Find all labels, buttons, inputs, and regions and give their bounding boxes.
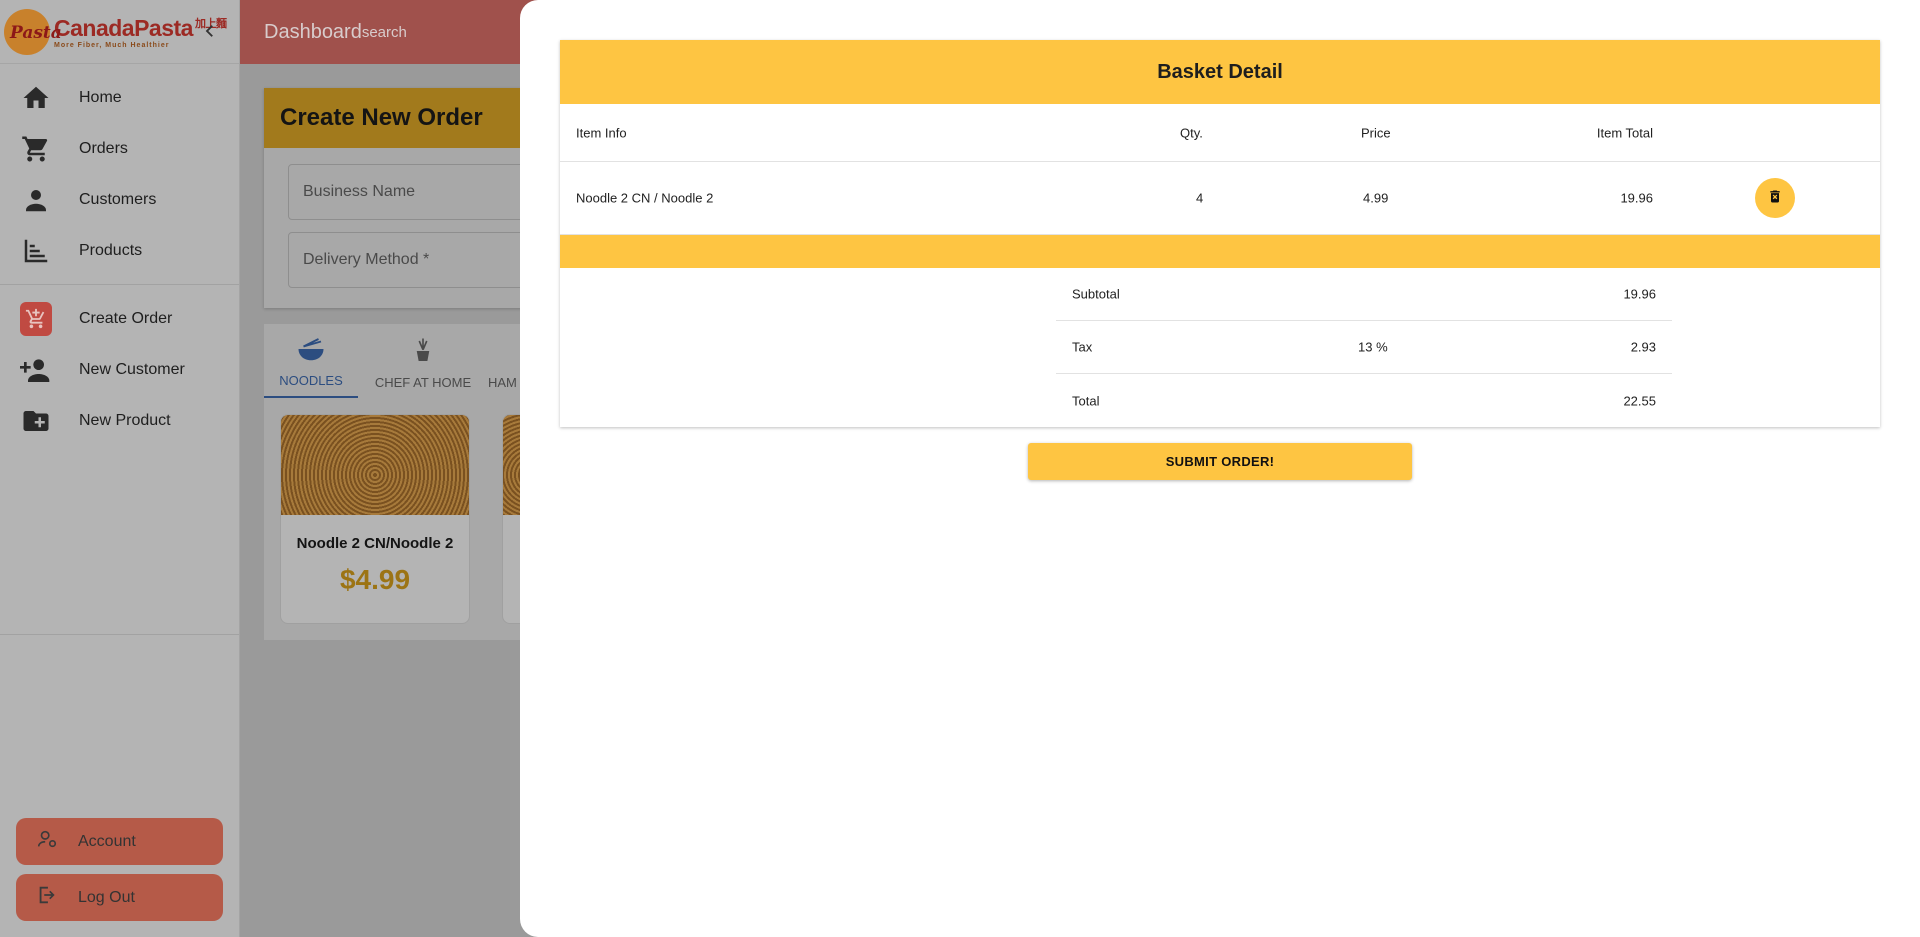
tax-rate: 13 %	[1358, 339, 1388, 355]
primary-nav: Home Orders Customers Products	[0, 64, 239, 276]
create-order-card: Create New Order Business Name Delivery …	[264, 88, 544, 308]
column-item-info: Item Info	[576, 125, 627, 140]
search-input[interactable]: search	[362, 24, 407, 41]
tab-chef-at-home[interactable]: CHEF AT HOME	[368, 324, 478, 398]
tax-row: Tax 13 % 2.93	[1056, 321, 1672, 374]
page-title: Dashboard	[264, 20, 362, 43]
item-info: Noodle 2 CN / Noodle 2	[576, 190, 714, 206]
item-total: 19.96	[1620, 190, 1653, 206]
nav-divider	[0, 284, 239, 285]
nav-label-new-product: New Product	[79, 411, 171, 429]
basket-header-row: Item Info Qty. Price Item Total	[560, 104, 1880, 162]
tab-label-noodles: NOODLES	[279, 373, 343, 388]
add-folder-icon	[20, 405, 52, 437]
nav-item-create-order[interactable]: Create Order	[0, 293, 239, 344]
product-catalog: NOODLES CHEF AT HOME HAM Noodle 2 CN/Noo…	[264, 324, 562, 640]
chef-noodle-icon	[408, 336, 438, 369]
basket-item-row: Noodle 2 CN / Noodle 2 4 4.99 19.96	[560, 162, 1880, 235]
home-icon	[20, 82, 52, 114]
column-item-total: Item Total	[1596, 125, 1653, 140]
logout-icon	[36, 884, 58, 911]
tax-value: 2.93	[1630, 339, 1656, 355]
logo-badge: Pasta	[4, 8, 62, 55]
total-row: Total 22.55	[1056, 374, 1672, 427]
nav-label-create-order: Create Order	[79, 309, 173, 327]
trash-icon	[1767, 189, 1783, 208]
create-order-title: Create New Order	[264, 88, 544, 148]
account-settings-icon	[36, 828, 58, 855]
subtotal-value: 19.96	[1623, 286, 1656, 302]
add-person-icon	[20, 354, 52, 386]
product-card[interactable]: Noodle 2 CN/Noodle 2 $4.99	[280, 414, 470, 624]
tab-label-ham: HAM	[488, 375, 517, 390]
secondary-nav: Create Order New Customer New Product	[0, 293, 239, 446]
nav-label-orders: Orders	[79, 139, 128, 157]
nav-label-customers: Customers	[79, 190, 157, 208]
products-icon	[20, 235, 52, 267]
nav-label-new-customer: New Customer	[79, 360, 185, 378]
product-image-noodles	[281, 415, 469, 515]
subtotal-row: Subtotal 19.96	[1056, 268, 1672, 321]
brand-name: CanadaPasta	[54, 14, 193, 41]
tax-label: Tax	[1072, 339, 1093, 355]
logout-button[interactable]: Log Out	[16, 874, 223, 921]
nav-item-new-customer[interactable]: New Customer	[0, 344, 239, 395]
basket-detail-panel: Basket Detail Item Info Qty. Price Item …	[560, 40, 1880, 427]
nav-item-customers[interactable]: Customers	[0, 174, 239, 225]
add-cart-icon	[20, 301, 52, 336]
item-qty: 4	[1196, 190, 1204, 206]
nav-label-home: Home	[79, 88, 122, 106]
business-name-field[interactable]: Business Name	[288, 164, 544, 220]
nav-item-new-product[interactable]: New Product	[0, 395, 239, 446]
column-price: Price	[1361, 125, 1391, 140]
basket-drawer: Basket Detail Item Info Qty. Price Item …	[520, 0, 1920, 937]
total-label: Total	[1072, 393, 1100, 408]
delivery-method-select[interactable]: Delivery Method *	[288, 232, 544, 288]
nav-item-orders[interactable]: Orders	[0, 123, 239, 174]
account-button[interactable]: Account	[16, 818, 223, 865]
submit-order-button[interactable]: SUBMIT ORDER!	[1028, 443, 1412, 480]
product-price: $4.99	[339, 564, 411, 595]
sidebar: Pasta CanadaPasta 加上麵 More Fiber, Much He…	[0, 0, 240, 937]
brand-tagline: More Fiber, Much Healthier	[54, 41, 170, 49]
sidebar-bottom-divider	[0, 634, 239, 635]
subtotal-label: Subtotal	[1072, 286, 1120, 302]
basket-divider-band	[560, 235, 1880, 268]
column-qty: Qty.	[1180, 125, 1203, 140]
delete-item-button[interactable]	[1755, 178, 1795, 218]
person-icon	[20, 184, 52, 216]
nav-item-products[interactable]: Products	[0, 225, 239, 276]
nav-item-home[interactable]: Home	[0, 72, 239, 123]
tab-noodles[interactable]: NOODLES	[264, 324, 358, 398]
item-price: 4.99	[1363, 190, 1389, 206]
account-label: Account	[78, 832, 136, 850]
create-order-icon-box	[20, 301, 52, 336]
noodle-bowl-icon	[296, 334, 326, 367]
nav-label-products: Products	[79, 241, 143, 259]
total-value: 22.55	[1623, 393, 1656, 408]
tab-label-chef-at-home: CHEF AT HOME	[374, 375, 472, 390]
logo-badge-text: Pasta	[10, 22, 62, 43]
basket-title: Basket Detail	[560, 40, 1880, 104]
cart-icon	[20, 133, 52, 165]
brand-logo[interactable]: Pasta CanadaPasta 加上麵 More Fiber, Much He…	[0, 0, 239, 64]
collapse-sidebar-icon[interactable]	[201, 22, 219, 40]
logout-label: Log Out	[78, 888, 135, 906]
product-name: Noodle 2 CN/Noodle 2	[296, 535, 454, 552]
